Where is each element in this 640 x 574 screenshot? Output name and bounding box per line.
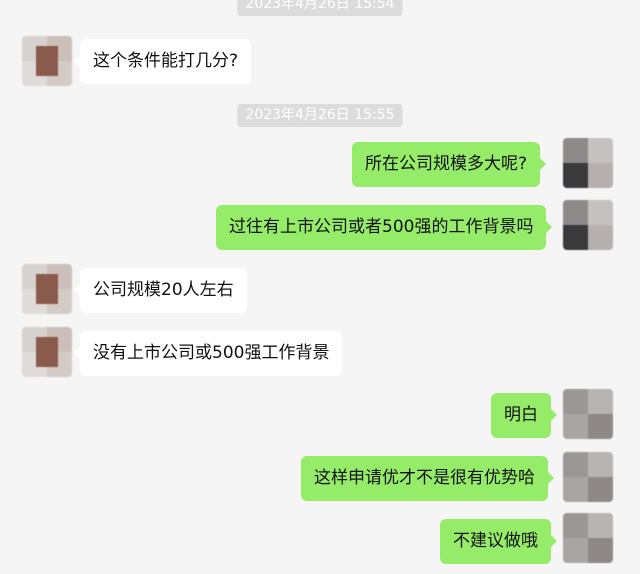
- contact-avatar-icon[interactable]: [22, 264, 72, 314]
- self-avatar-icon[interactable]: [563, 138, 613, 188]
- message-text: 公司规模20人左右: [93, 280, 234, 300]
- message-text: 不建议做哦: [453, 531, 538, 551]
- message-text: 过往有上市公司或者500强的工作背景吗: [229, 217, 534, 237]
- message-bubble-incoming[interactable]: 没有上市公司或500强工作背景: [73, 331, 343, 376]
- message-bubble-outgoing[interactable]: 这样申请优才不是很有优势哈: [301, 456, 554, 501]
- message-bubble-outgoing[interactable]: 明白: [491, 393, 557, 438]
- self-avatar-icon[interactable]: [563, 513, 613, 563]
- self-avatar-icon[interactable]: [563, 452, 613, 502]
- message-bubble-incoming[interactable]: 这个条件能打几分?: [73, 39, 252, 84]
- self-avatar-icon[interactable]: [563, 389, 613, 439]
- message-bubble-incoming[interactable]: 公司规模20人左右: [74, 268, 247, 313]
- message-bubble-outgoing[interactable]: 所在公司规模多大呢?: [352, 142, 547, 187]
- message-text: 这样申请优才不是很有优势哈: [314, 468, 535, 488]
- message-text: 所在公司规模多大呢?: [365, 154, 528, 174]
- message-text: 没有上市公司或500强工作背景: [93, 343, 330, 363]
- message-bubble-outgoing[interactable]: 不建议做哦: [440, 519, 557, 564]
- contact-avatar-icon[interactable]: [22, 327, 72, 377]
- message-bubble-outgoing[interactable]: 过往有上市公司或者500强的工作背景吗: [216, 205, 553, 250]
- timestamp-mid: 2023年4月26日 15:55: [237, 104, 403, 127]
- timestamp-top: 2023年4月26日 15:54: [237, 0, 403, 16]
- self-avatar-icon[interactable]: [563, 200, 613, 250]
- contact-avatar-icon[interactable]: [22, 36, 72, 86]
- message-text: 明白: [504, 405, 538, 425]
- message-text: 这个条件能打几分?: [93, 51, 239, 71]
